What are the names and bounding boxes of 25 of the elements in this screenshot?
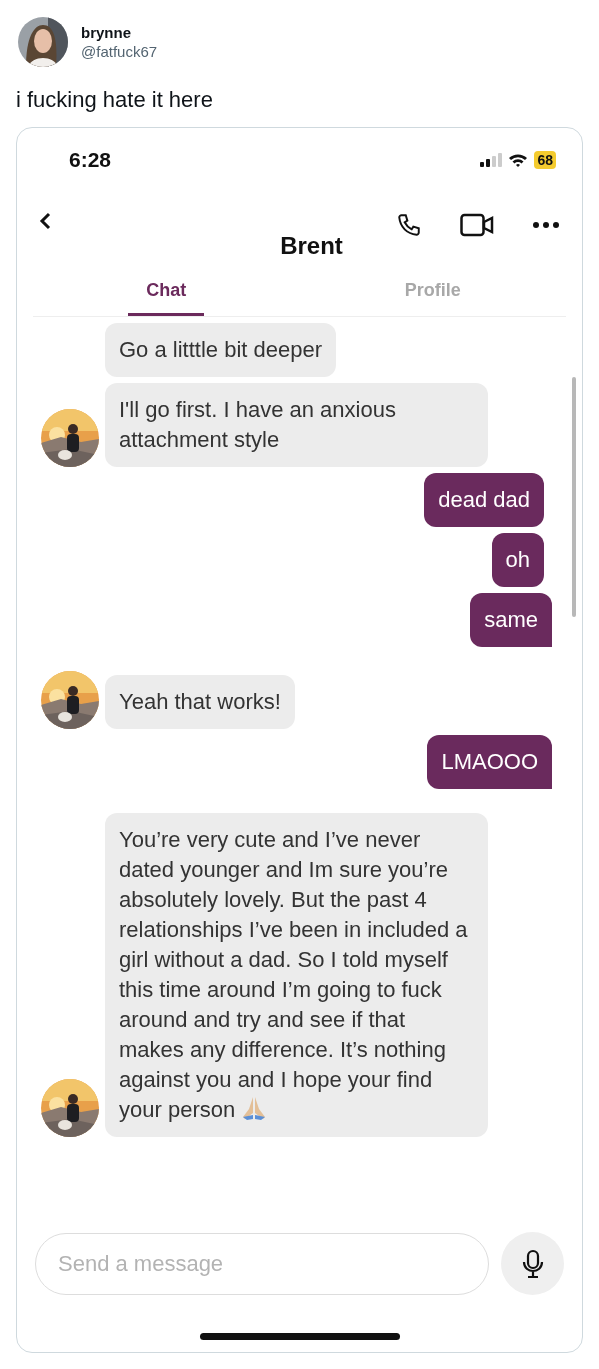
- message-bubble: dead dad: [424, 473, 544, 527]
- tweet-text: i fucking hate it here: [16, 87, 214, 113]
- more-icon[interactable]: [532, 221, 560, 229]
- tab[interactable]: Chat: [128, 280, 205, 316]
- praying-hands-icon: [241, 1095, 268, 1121]
- message-input[interactable]: Send a message: [35, 1232, 489, 1295]
- author-handle[interactable]: @fatfuck67: [81, 43, 158, 60]
- author-name[interactable]: brynne: [81, 24, 158, 41]
- message-bubble: You’re very cute and I’ve never dated younger and Im sure you’re absolutely lovely. But the past 4 relationships I’ve been in included a girl without a dad. So I told myself this time around I’m going to fuck around and try and see if that makes any difference. It’s nothing against you and I hope your find your person: [105, 813, 488, 1137]
- video-camera-icon[interactable]: [460, 213, 494, 237]
- message-bubble: Go a litttle bit deeper: [105, 323, 336, 377]
- message-bubble: same: [470, 593, 552, 647]
- message-bubble: LMAOOO: [427, 735, 552, 789]
- phone-icon[interactable]: [396, 212, 422, 238]
- message-bubble: I'll go first. I have an anxious attachment style: [105, 383, 488, 467]
- signal-icon: [480, 153, 503, 167]
- back-icon[interactable]: [39, 212, 51, 230]
- battery-level: 68: [534, 151, 556, 169]
- contact-name: Brent: [280, 232, 343, 259]
- status-time: 6:28: [69, 148, 112, 172]
- message-bubble: Yeah that works!: [105, 675, 295, 729]
- microphone-icon: [521, 1248, 544, 1279]
- message-bubble: oh: [491, 533, 544, 587]
- scrollbar[interactable]: [572, 377, 576, 617]
- wifi-icon: [508, 152, 529, 168]
